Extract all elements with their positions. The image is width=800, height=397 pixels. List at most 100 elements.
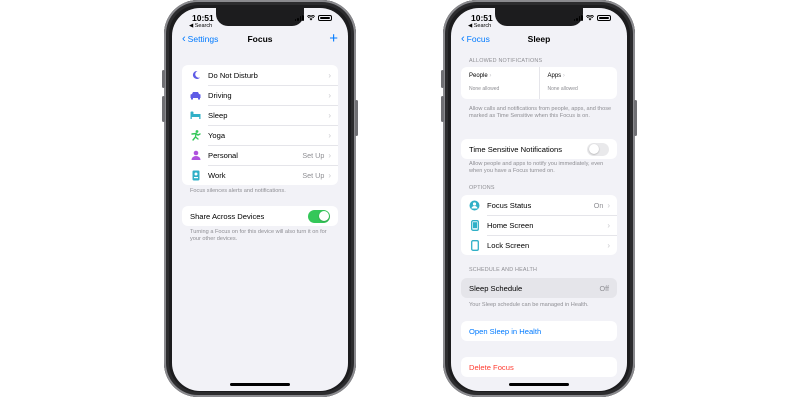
option-label: Lock Screen — [487, 240, 530, 250]
option-label: Focus Status — [487, 200, 532, 210]
nav-bar: ‹ Settings Focus + — [172, 31, 348, 50]
home-indicator[interactable] — [509, 383, 569, 386]
volume-button — [441, 96, 444, 122]
car-icon — [190, 90, 201, 101]
time-sensitive-group: Time Sensitive Notifications — [461, 139, 617, 159]
chevron-right-icon: › — [328, 70, 331, 80]
add-button[interactable]: + — [329, 31, 338, 46]
time-sensitive-label: Time Sensitive Notifications — [469, 144, 562, 154]
focus-item-label: Yoga — [208, 130, 226, 140]
focus-item-label: Personal — [208, 150, 238, 160]
cellular-icon — [294, 14, 304, 21]
chevron-right-icon: › — [328, 90, 331, 100]
option-focus-status[interactable]: Focus Status On › — [461, 195, 617, 215]
time-sensitive-toggle[interactable] — [587, 142, 609, 156]
wifi-icon — [307, 14, 315, 20]
people-label: People — [469, 73, 488, 79]
back-to-search[interactable]: ◀ Search — [189, 23, 212, 29]
status-icons — [294, 14, 332, 21]
home-indicator[interactable] — [230, 383, 290, 386]
chevron-right-icon: › — [328, 150, 331, 160]
notch — [216, 8, 304, 26]
time-sensitive-row: Time Sensitive Notifications — [461, 139, 617, 159]
option-lock-screen[interactable]: Lock Screen › — [461, 235, 617, 255]
wifi-icon — [586, 14, 594, 20]
sleep-schedule-label: Sleep Schedule — [469, 283, 523, 293]
allowed-footnote: Allow calls and notifications from peopl… — [469, 106, 612, 120]
apps-label: Apps — [547, 73, 562, 79]
focus-item-label: Driving — [208, 90, 232, 100]
power-button — [634, 100, 637, 136]
sleep-schedule-row[interactable]: Sleep Schedule Off — [461, 278, 617, 298]
open-sleep-in-health-row[interactable]: Open Sleep in Health — [461, 321, 617, 341]
cellular-icon — [573, 14, 583, 21]
schedule-group: Sleep Schedule Off — [461, 278, 617, 298]
status-time: 10:51 — [192, 13, 214, 23]
share-across-devices-toggle[interactable] — [308, 209, 330, 223]
share-across-devices-row: Share Across Devices — [182, 206, 338, 226]
battery-icon — [318, 14, 332, 21]
bed-icon — [190, 110, 201, 121]
share-group: Share Across Devices — [182, 206, 338, 226]
chevron-right-icon: › — [328, 110, 331, 120]
focus-item-driving[interactable]: Driving › — [182, 85, 338, 105]
allowed-notifications-header: ALLOWED NOTIFICATIONS — [469, 58, 543, 64]
open-sleep-in-health-link[interactable]: Open Sleep in Health — [469, 327, 617, 336]
focus-item-label: Work — [208, 170, 226, 180]
option-label: Home Screen — [487, 220, 534, 230]
badge-icon — [190, 170, 201, 181]
chevron-right-icon: › — [562, 73, 565, 79]
chevron-right-icon: › — [489, 73, 492, 79]
focus-item-label: Do Not Disturb — [208, 70, 258, 80]
schedule-footnote: Your Sleep schedule can be managed in He… — [469, 302, 589, 308]
back-to-search[interactable]: ◀ Search — [468, 23, 491, 29]
chevron-right-icon: › — [607, 220, 610, 230]
apps-title: Apps › — [548, 73, 618, 79]
person-icon — [190, 150, 201, 161]
focus-status-icon — [469, 200, 480, 211]
left-phone: 10:51 ◀ Search ‹ Settings Focus + Do Not… — [162, 0, 358, 397]
delete-focus-button[interactable]: Delete Focus — [469, 363, 617, 372]
yoga-icon — [190, 129, 201, 141]
battery-icon — [597, 14, 611, 21]
allowed-notifications-group: People › None allowed Apps › None allowe… — [461, 67, 617, 99]
home-screen-icon — [469, 219, 480, 231]
lock-screen-icon — [469, 239, 480, 251]
focus-item-personal[interactable]: Personal Set Up › — [182, 145, 338, 165]
screen: 10:51 ◀ Search ‹ Focus Sleep ALLOWED NOT… — [451, 8, 627, 391]
people-title: People › — [469, 73, 539, 79]
page-title: Focus — [247, 34, 273, 44]
focus-item-do-not-disturb[interactable]: Do Not Disturb › — [182, 65, 338, 85]
chevron-right-icon: › — [328, 170, 331, 180]
moon-icon — [190, 70, 201, 81]
toggle-knob — [318, 211, 329, 221]
focus-footnote: Focus silences alerts and notifications. — [190, 188, 286, 194]
people-value: None allowed — [469, 86, 500, 92]
focus-item-value: Set Up — [302, 150, 325, 160]
page-title: Sleep — [527, 34, 551, 44]
health-group: Open Sleep in Health — [461, 321, 617, 341]
nav-bar: ‹ Focus Sleep — [451, 32, 627, 50]
chevron-right-icon: › — [607, 240, 610, 250]
options-list: Focus Status On › Home Screen › Lock Scr… — [461, 195, 617, 255]
power-button — [355, 100, 358, 136]
focus-item-work[interactable]: Work Set Up › — [182, 165, 338, 185]
chevron-right-icon: › — [328, 130, 331, 140]
screen: 10:51 ◀ Search ‹ Settings Focus + Do Not… — [172, 8, 348, 391]
status-time: 10:51 — [471, 13, 493, 23]
volume-button — [162, 96, 165, 122]
apps-cell[interactable]: Apps › None allowed — [538, 67, 618, 99]
option-value: On — [593, 200, 604, 210]
share-footnote: Turning a Focus on for this device will … — [190, 229, 327, 243]
focus-item-yoga[interactable]: Yoga › — [182, 125, 338, 145]
share-label: Share Across Devices — [190, 211, 265, 221]
side-button — [162, 70, 165, 88]
focus-item-sleep[interactable]: Sleep › — [182, 105, 338, 125]
status-icons — [573, 14, 611, 21]
apps-value: None allowed — [547, 86, 578, 92]
focus-item-value: Set Up — [302, 170, 325, 180]
option-home-screen[interactable]: Home Screen › — [461, 215, 617, 235]
people-cell[interactable]: People › None allowed — [461, 67, 539, 99]
delete-focus-row[interactable]: Delete Focus — [461, 357, 617, 377]
focus-list: Do Not Disturb › Driving › Sleep › Yoga — [182, 65, 338, 185]
